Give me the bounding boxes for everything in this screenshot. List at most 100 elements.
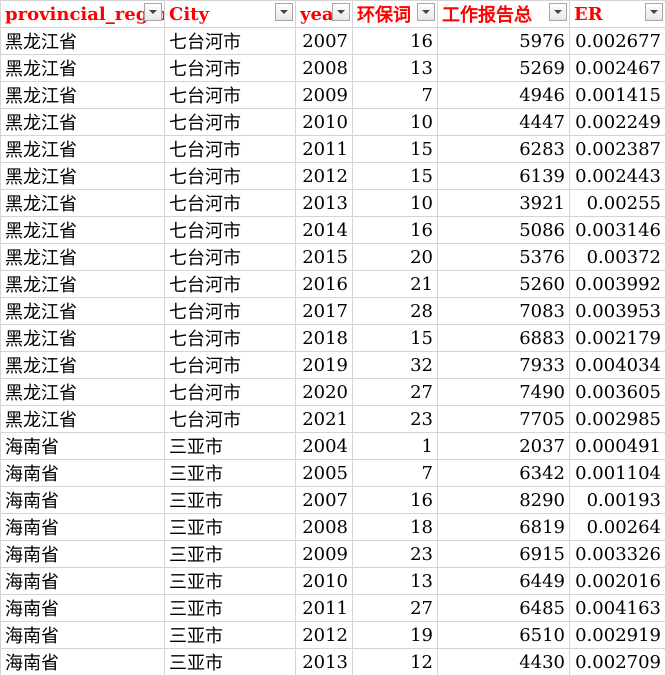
cell-city[interactable]: 七台河市 [165, 352, 296, 379]
cell-env[interactable]: 18 [353, 514, 438, 541]
column-header-env[interactable]: 环保词 [353, 1, 438, 28]
cell-year[interactable]: 2015 [296, 244, 353, 271]
cell-region[interactable]: 黑龙江省 [1, 406, 165, 433]
cell-city[interactable]: 七台河市 [165, 109, 296, 136]
cell-report[interactable]: 6510 [438, 622, 570, 649]
cell-city[interactable]: 七台河市 [165, 379, 296, 406]
cell-report[interactable]: 2037 [438, 433, 570, 460]
cell-report[interactable]: 5269 [438, 55, 570, 82]
cell-report[interactable]: 6485 [438, 595, 570, 622]
cell-year[interactable]: 2010 [296, 568, 353, 595]
cell-year[interactable]: 2016 [296, 271, 353, 298]
cell-year[interactable]: 2012 [296, 163, 353, 190]
cell-region[interactable]: 黑龙江省 [1, 325, 165, 352]
cell-report[interactable]: 7490 [438, 379, 570, 406]
cell-report[interactable]: 6449 [438, 568, 570, 595]
cell-report[interactable]: 8290 [438, 487, 570, 514]
cell-region[interactable]: 黑龙江省 [1, 271, 165, 298]
cell-year[interactable]: 2005 [296, 460, 353, 487]
cell-env[interactable]: 28 [353, 298, 438, 325]
cell-er[interactable]: 0.002677 [570, 28, 665, 55]
cell-year[interactable]: 2012 [296, 622, 353, 649]
column-header-region[interactable]: provincial_region [1, 1, 165, 28]
column-header-city[interactable]: City [165, 1, 296, 28]
cell-region[interactable]: 海南省 [1, 622, 165, 649]
cell-env[interactable]: 15 [353, 163, 438, 190]
cell-region[interactable]: 海南省 [1, 514, 165, 541]
cell-city[interactable]: 三亚市 [165, 460, 296, 487]
cell-report[interactable]: 6342 [438, 460, 570, 487]
cell-er[interactable]: 0.002467 [570, 55, 665, 82]
cell-report[interactable]: 4430 [438, 649, 570, 676]
cell-env[interactable]: 23 [353, 541, 438, 568]
cell-region[interactable]: 海南省 [1, 460, 165, 487]
cell-report[interactable]: 5260 [438, 271, 570, 298]
cell-env[interactable]: 19 [353, 622, 438, 649]
cell-year[interactable]: 2008 [296, 55, 353, 82]
column-header-er[interactable]: ER [570, 1, 665, 28]
cell-report[interactable]: 5086 [438, 217, 570, 244]
cell-region[interactable]: 黑龙江省 [1, 352, 165, 379]
cell-env[interactable]: 13 [353, 568, 438, 595]
cell-region[interactable]: 黑龙江省 [1, 55, 165, 82]
cell-year[interactable]: 2009 [296, 82, 353, 109]
filter-dropdown-icon[interactable] [549, 3, 567, 21]
cell-env[interactable]: 23 [353, 406, 438, 433]
filter-dropdown-icon[interactable] [144, 3, 162, 21]
cell-env[interactable]: 16 [353, 487, 438, 514]
cell-region[interactable]: 黑龙江省 [1, 217, 165, 244]
cell-year[interactable]: 2018 [296, 325, 353, 352]
cell-er[interactable]: 0.003953 [570, 298, 665, 325]
cell-er[interactable]: 0.003992 [570, 271, 665, 298]
cell-env[interactable]: 32 [353, 352, 438, 379]
cell-env[interactable]: 16 [353, 217, 438, 244]
cell-city[interactable]: 三亚市 [165, 433, 296, 460]
cell-city[interactable]: 三亚市 [165, 514, 296, 541]
cell-env[interactable]: 7 [353, 460, 438, 487]
cell-report[interactable]: 6883 [438, 325, 570, 352]
cell-env[interactable]: 10 [353, 190, 438, 217]
cell-report[interactable]: 7705 [438, 406, 570, 433]
cell-er[interactable]: 0.002179 [570, 325, 665, 352]
cell-year[interactable]: 2013 [296, 649, 353, 676]
cell-region[interactable]: 黑龙江省 [1, 82, 165, 109]
cell-city[interactable]: 七台河市 [165, 325, 296, 352]
cell-region[interactable]: 海南省 [1, 595, 165, 622]
cell-region[interactable]: 海南省 [1, 568, 165, 595]
cell-env[interactable]: 10 [353, 109, 438, 136]
cell-year[interactable]: 2019 [296, 352, 353, 379]
cell-city[interactable]: 三亚市 [165, 487, 296, 514]
cell-city[interactable]: 七台河市 [165, 136, 296, 163]
cell-report[interactable]: 6915 [438, 541, 570, 568]
cell-region[interactable]: 黑龙江省 [1, 190, 165, 217]
cell-year[interactable]: 2011 [296, 136, 353, 163]
cell-er[interactable]: 0.003326 [570, 541, 665, 568]
cell-er[interactable]: 0.00193 [570, 487, 665, 514]
cell-er[interactable]: 0.002443 [570, 163, 665, 190]
cell-er[interactable]: 0.004163 [570, 595, 665, 622]
cell-report[interactable]: 6819 [438, 514, 570, 541]
cell-region[interactable]: 海南省 [1, 433, 165, 460]
cell-region[interactable]: 海南省 [1, 649, 165, 676]
cell-city[interactable]: 七台河市 [165, 217, 296, 244]
cell-city[interactable]: 七台河市 [165, 406, 296, 433]
cell-year[interactable]: 2021 [296, 406, 353, 433]
filter-dropdown-icon[interactable] [645, 3, 663, 21]
cell-year[interactable]: 2007 [296, 28, 353, 55]
column-header-report[interactable]: 工作报告总 [438, 1, 570, 28]
cell-er[interactable]: 0.00255 [570, 190, 665, 217]
cell-city[interactable]: 三亚市 [165, 595, 296, 622]
cell-er[interactable]: 0.00372 [570, 244, 665, 271]
cell-env[interactable]: 21 [353, 271, 438, 298]
cell-city[interactable]: 七台河市 [165, 163, 296, 190]
cell-er[interactable]: 0.004034 [570, 352, 665, 379]
cell-er[interactable]: 0.003605 [570, 379, 665, 406]
cell-year[interactable]: 2010 [296, 109, 353, 136]
cell-city[interactable]: 三亚市 [165, 649, 296, 676]
cell-report[interactable]: 6283 [438, 136, 570, 163]
filter-dropdown-icon[interactable] [332, 3, 350, 21]
cell-city[interactable]: 七台河市 [165, 190, 296, 217]
cell-report[interactable]: 5376 [438, 244, 570, 271]
cell-er[interactable]: 0.000491 [570, 433, 665, 460]
cell-er[interactable]: 0.002387 [570, 136, 665, 163]
